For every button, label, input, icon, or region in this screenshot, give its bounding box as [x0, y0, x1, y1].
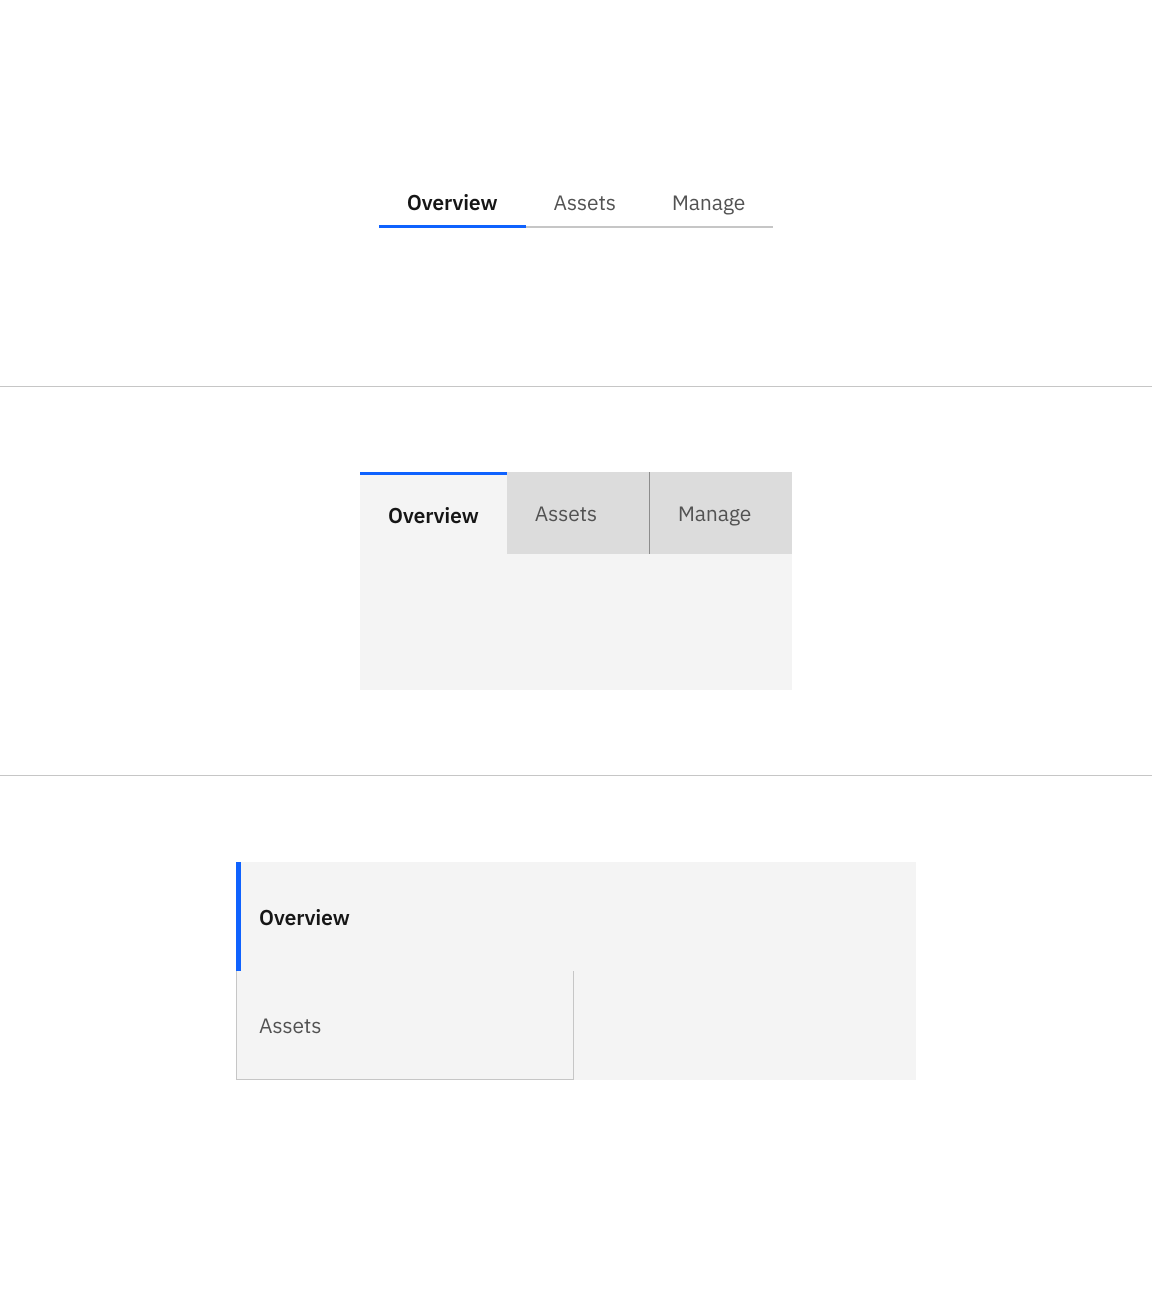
tab-manage[interactable]: Manage — [649, 472, 792, 554]
tab-overview[interactable]: Overview — [360, 472, 507, 554]
contained-tablist: Overview Assets Manage — [360, 472, 792, 554]
line-tabs-example: Overview Assets Manage — [0, 0, 1152, 386]
tab-panel — [360, 554, 792, 690]
line-tablist: Overview Assets Manage — [379, 178, 773, 228]
tab-manage[interactable]: Manage — [644, 178, 773, 228]
tab-overview[interactable]: Overview — [379, 178, 526, 228]
tab-assets[interactable]: Assets — [236, 971, 574, 1080]
tab-assets[interactable]: Assets — [507, 472, 649, 554]
tab-panel — [574, 862, 916, 1080]
contained-tabs-example: Overview Assets Manage — [0, 387, 1152, 775]
vertical-tablist: Overview Assets — [236, 862, 574, 1080]
vertical-tabs-example: Overview Assets — [0, 776, 1152, 1080]
tab-overview[interactable]: Overview — [236, 862, 574, 971]
tab-assets[interactable]: Assets — [526, 178, 644, 228]
